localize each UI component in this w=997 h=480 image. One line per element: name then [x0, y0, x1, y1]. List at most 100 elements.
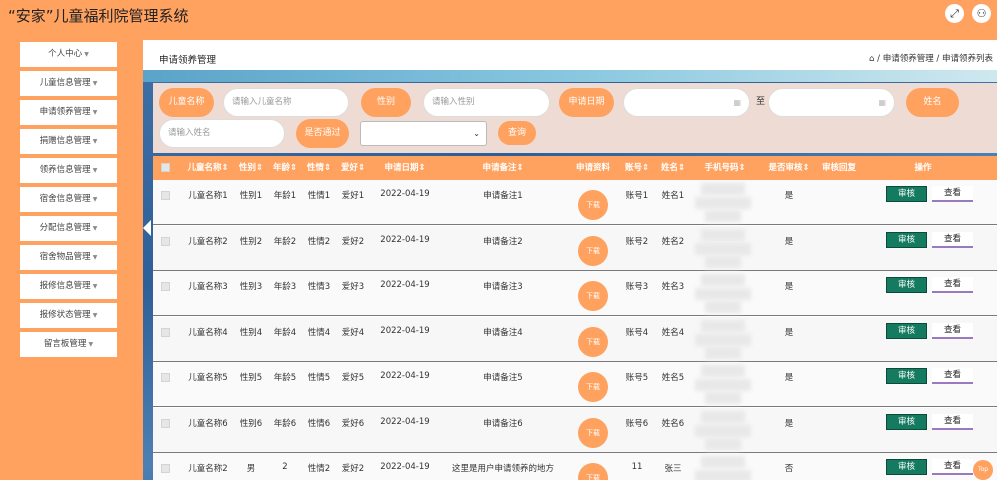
col-apply-date[interactable]: 申请日期⇕	[375, 156, 435, 180]
cell-name: 儿童名称2	[188, 236, 228, 247]
review-button[interactable]: 审核	[886, 186, 927, 202]
redacted-phone	[695, 197, 751, 209]
cell-account: 账号3	[625, 282, 649, 292]
calendar-icon: ▦	[733, 98, 741, 107]
col-reviewed[interactable]: 是否审核⇕	[765, 156, 813, 180]
page-title: 申请领养管理	[159, 55, 217, 66]
table-header: 儿童名称⇕ 性别⇕ 年龄⇕ 性情⇕ 爱好⇕ 申请日期⇕ 申请备注⇕ 申请资料 账…	[153, 156, 997, 180]
cell-hobby: 爱好6	[341, 418, 365, 429]
chevron-down-icon: ▼	[88, 341, 94, 348]
view-button[interactable]: 查看	[932, 231, 973, 248]
cell-account: 账号1	[625, 191, 649, 201]
realname-input[interactable]: 请输入姓名	[159, 119, 285, 148]
cell-hobby: 爱好5	[341, 373, 365, 383]
view-button[interactable]: 查看	[932, 186, 973, 202]
review-button[interactable]: 审核	[886, 277, 927, 293]
col-age[interactable]: 年龄⇕	[269, 156, 301, 180]
breadcrumb[interactable]: ⌂ / 申请领养管理 / 申请领养列表	[869, 52, 993, 64]
col-child-name[interactable]: 儿童名称⇕	[183, 156, 233, 180]
sidebar-item-children[interactable]: 儿童信息管理 ▼	[20, 71, 117, 96]
sidebar-item-donation[interactable]: 捐赠信息管理 ▼	[20, 129, 117, 154]
date-end-input[interactable]: ▦	[768, 88, 895, 117]
cell-date: 2022-04-19	[380, 280, 430, 290]
scroll-top-button[interactable]: Top	[973, 460, 993, 480]
cell-remark: 申请备注6	[483, 418, 523, 429]
select-all-checkbox[interactable]	[161, 163, 170, 172]
cell-hobby: 爱好4	[341, 327, 365, 338]
query-button[interactable]: 查询	[498, 121, 536, 145]
cell-reviewed: 否	[784, 464, 794, 474]
sidebar-item-profile[interactable]: 个人中心 ▼	[20, 42, 117, 67]
sidebar-item-allocation[interactable]: 分配信息管理 ▼	[20, 216, 117, 241]
sidebar-item-repair[interactable]: 报修信息管理 ▼	[20, 274, 117, 299]
chevron-down-icon: ▼	[92, 225, 98, 232]
download-button[interactable]: 下载	[578, 281, 608, 311]
cell-temper: 性情6	[307, 418, 331, 429]
download-button[interactable]: 下载	[578, 235, 608, 266]
sidebar-item-dorm[interactable]: 宿舍信息管理 ▼	[20, 187, 117, 212]
row-checkbox[interactable]	[161, 282, 170, 291]
main-content: 申请领养管理 ⌂ / 申请领养管理 / 申请领养列表 儿童名称 请输入儿童名称 …	[143, 30, 997, 480]
date-start-input[interactable]: ▦	[623, 88, 750, 117]
col-realname[interactable]: 姓名⇕	[656, 156, 690, 180]
view-button[interactable]: 查看	[932, 277, 973, 293]
gender-label: 性别	[361, 88, 411, 117]
row-checkbox[interactable]	[161, 327, 170, 337]
cell-reviewed: 是	[784, 282, 794, 292]
cell-remark: 申请备注3	[483, 282, 523, 292]
collapse-arrow-icon[interactable]	[143, 220, 151, 236]
cell-realname: 姓名3	[661, 282, 685, 292]
review-button[interactable]: 审核	[886, 459, 927, 475]
review-button[interactable]: 审核	[886, 322, 927, 339]
download-button[interactable]: 下载	[578, 190, 608, 220]
view-button[interactable]: 查看	[932, 368, 973, 384]
col-temper[interactable]: 性情⇕	[303, 156, 335, 180]
col-account[interactable]: 账号⇕	[620, 156, 654, 180]
sidebar-item-adoption-apply[interactable]: 申请领养管理 ▼	[20, 100, 117, 125]
sidebar-item-dorm-goods[interactable]: 宿舍物品管理 ▼	[20, 245, 117, 270]
cell-account: 账号6	[625, 418, 649, 429]
child-name-input[interactable]: 请输入儿童名称	[223, 88, 349, 117]
app-title: “安家”儿童福利院管理系统	[8, 7, 189, 25]
download-button[interactable]: 下载	[578, 463, 608, 480]
chevron-down-icon: ▼	[92, 196, 98, 203]
sidebar-item-adoption[interactable]: 领养信息管理 ▼	[20, 158, 117, 183]
row-checkbox[interactable]	[161, 464, 170, 473]
review-button[interactable]: 审核	[886, 413, 927, 430]
redacted-phone	[695, 288, 751, 300]
review-button[interactable]: 审核	[886, 368, 927, 384]
row-checkbox[interactable]	[161, 236, 170, 246]
download-button[interactable]: 下载	[578, 417, 608, 448]
redacted-phone	[705, 392, 741, 404]
row-checkbox[interactable]	[161, 418, 170, 428]
pass-select[interactable]: ⌄	[360, 121, 487, 146]
download-button[interactable]: 下载	[578, 326, 608, 357]
cell-reviewed: 是	[784, 418, 794, 429]
cell-name: 儿童名称2	[188, 464, 228, 474]
col-remark[interactable]: 申请备注⇕	[453, 156, 553, 180]
user-icon[interactable]: ⚇	[972, 4, 991, 23]
view-button[interactable]: 查看	[932, 322, 973, 339]
redacted-phone	[695, 470, 751, 480]
redacted-phone	[705, 255, 741, 268]
row-checkbox[interactable]	[161, 191, 170, 200]
col-phone[interactable]: 手机号码⇕	[695, 156, 755, 180]
sidebar-item-messages[interactable]: 留言板管理 ▼	[20, 332, 117, 357]
chevron-down-icon: ▼	[92, 109, 98, 116]
expand-icon[interactable]: ⤢	[945, 4, 964, 23]
download-button[interactable]: 下载	[578, 372, 608, 402]
col-gender[interactable]: 性别⇕	[235, 156, 267, 180]
cell-temper: 性情1	[307, 191, 331, 201]
cell-age: 年龄2	[273, 236, 297, 247]
redacted-phone	[695, 242, 751, 255]
cell-gender: 性别1	[239, 191, 263, 201]
sidebar-item-repair-status[interactable]: 报修状态管理 ▼	[20, 303, 117, 328]
review-button[interactable]: 审核	[886, 231, 927, 248]
view-button[interactable]: 查看	[932, 459, 973, 475]
view-button[interactable]: 查看	[932, 413, 973, 430]
row-checkbox[interactable]	[161, 373, 170, 382]
gender-input[interactable]: 请输入性别	[423, 88, 550, 117]
redacted-phone	[695, 333, 751, 346]
col-hobby[interactable]: 爱好⇕	[337, 156, 369, 180]
chevron-down-icon: ▼	[92, 80, 98, 87]
